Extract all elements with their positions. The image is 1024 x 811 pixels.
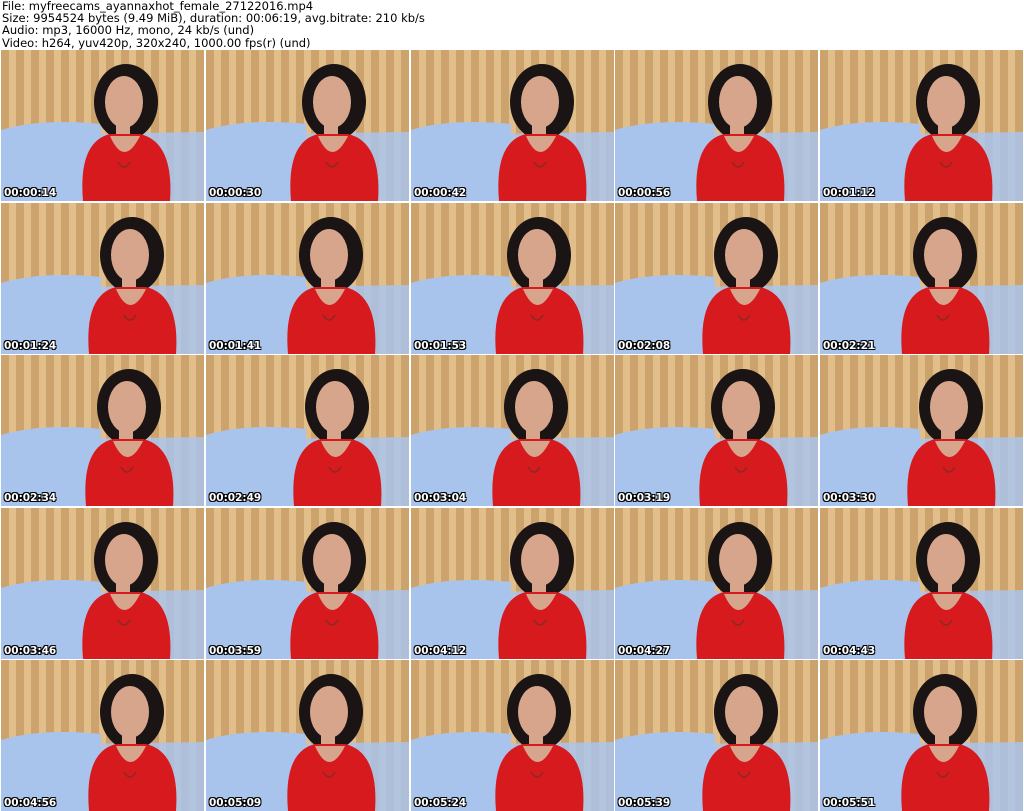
thumbnail-image [615,50,818,201]
video-thumbnail: 00:05:09 [206,660,409,811]
video-thumbnail: 00:00:14 [1,50,204,201]
video-thumbnail: 00:01:12 [820,50,1023,201]
video-thumbnail: 00:04:56 [1,660,204,811]
thumbnail-timestamp: 00:00:56 [618,187,671,199]
thumbnail-timestamp: 00:02:08 [618,340,671,352]
thumbnail-image [820,50,1023,201]
thumbnail-timestamp: 00:04:56 [4,797,57,809]
thumbnail-timestamp: 00:01:24 [4,340,57,352]
thumbnail-image [615,203,818,354]
thumbnail-image [206,203,409,354]
thumbnail-image [615,355,818,506]
thumbnail-timestamp: 00:00:42 [414,187,467,199]
thumbnail-image [411,355,614,506]
video-thumbnail: 00:00:42 [411,50,614,201]
video-thumbnail: 00:04:12 [411,508,614,659]
thumbnail-timestamp: 00:05:24 [414,797,467,809]
video-thumbnail: 00:04:43 [820,508,1023,659]
thumbnail-timestamp: 00:03:59 [209,645,262,657]
thumbnail-timestamp: 00:05:09 [209,797,262,809]
video-thumbnail: 00:03:59 [206,508,409,659]
thumbnail-timestamp: 00:04:27 [618,645,671,657]
video-thumbnail: 00:03:04 [411,355,614,506]
video-thumbnail: 00:01:41 [206,203,409,354]
thumbnail-timestamp: 00:00:30 [209,187,262,199]
video-thumbnail: 00:05:24 [411,660,614,811]
thumbnail-image [206,660,409,811]
thumbnail-image [615,508,818,659]
video-thumbnail: 00:02:34 [1,355,204,506]
video-thumbnail: 00:02:21 [820,203,1023,354]
thumbnail-image [1,660,204,811]
thumbnail-grid: 00:00:14 00:00:30 00:00:42 00:00:56 00:0… [1,50,1023,811]
thumbnail-timestamp: 00:02:34 [4,492,57,504]
thumbnail-image [820,508,1023,659]
thumbnail-timestamp: 00:03:19 [618,492,671,504]
thumbnail-image [820,660,1023,811]
thumbnail-image [1,508,204,659]
video-thumbnail: 00:03:46 [1,508,204,659]
thumbnail-image [820,203,1023,354]
thumbnail-image [1,203,204,354]
thumbnail-timestamp: 00:02:49 [209,492,262,504]
thumbnail-image [206,50,409,201]
video-thumbnail: 00:03:19 [615,355,818,506]
thumbnail-timestamp: 00:03:30 [823,492,876,504]
thumbnail-timestamp: 00:05:51 [823,797,876,809]
audio-info-line: Audio: mp3, 16000 Hz, mono, 24 kb/s (und… [2,23,255,38]
thumbnail-image [206,508,409,659]
video-thumbnail: 00:00:56 [615,50,818,201]
video-thumbnail: 00:03:30 [820,355,1023,506]
video-info-line: Video: h264, yuv420p, 320x240, 1000.00 f… [2,35,311,50]
thumbnail-timestamp: 00:02:21 [823,340,876,352]
thumbnail-image [615,660,818,811]
video-thumbnail: 00:05:39 [615,660,818,811]
thumbnail-image [206,355,409,506]
thumbnail-image [411,203,614,354]
thumbnail-image [411,508,614,659]
video-thumbnail: 00:02:49 [206,355,409,506]
thumbnail-timestamp: 00:05:39 [618,797,671,809]
video-thumbnail: 00:02:08 [615,203,818,354]
thumbnail-timestamp: 00:03:04 [414,492,467,504]
thumbnail-timestamp: 00:01:12 [823,187,876,199]
file-info-header: File: myfreecams_ayannaxhot_female_27122… [2,0,1022,50]
video-thumbnail: 00:05:51 [820,660,1023,811]
thumbnail-timestamp: 00:03:46 [4,645,57,657]
thumbnail-image [411,50,614,201]
thumbnail-image [820,355,1023,506]
video-thumbnail: 00:01:53 [411,203,614,354]
video-thumbnail: 00:01:24 [1,203,204,354]
thumbnail-timestamp: 00:00:14 [4,187,57,199]
thumbnail-timestamp: 00:01:53 [414,340,467,352]
thumbnail-image [411,660,614,811]
video-thumbnail: 00:00:30 [206,50,409,201]
video-thumbnail: 00:04:27 [615,508,818,659]
thumbnail-timestamp: 00:01:41 [209,340,262,352]
thumbnail-timestamp: 00:04:12 [414,645,467,657]
thumbnail-image [1,355,204,506]
thumbnail-timestamp: 00:04:43 [823,645,876,657]
thumbnail-image [1,50,204,201]
